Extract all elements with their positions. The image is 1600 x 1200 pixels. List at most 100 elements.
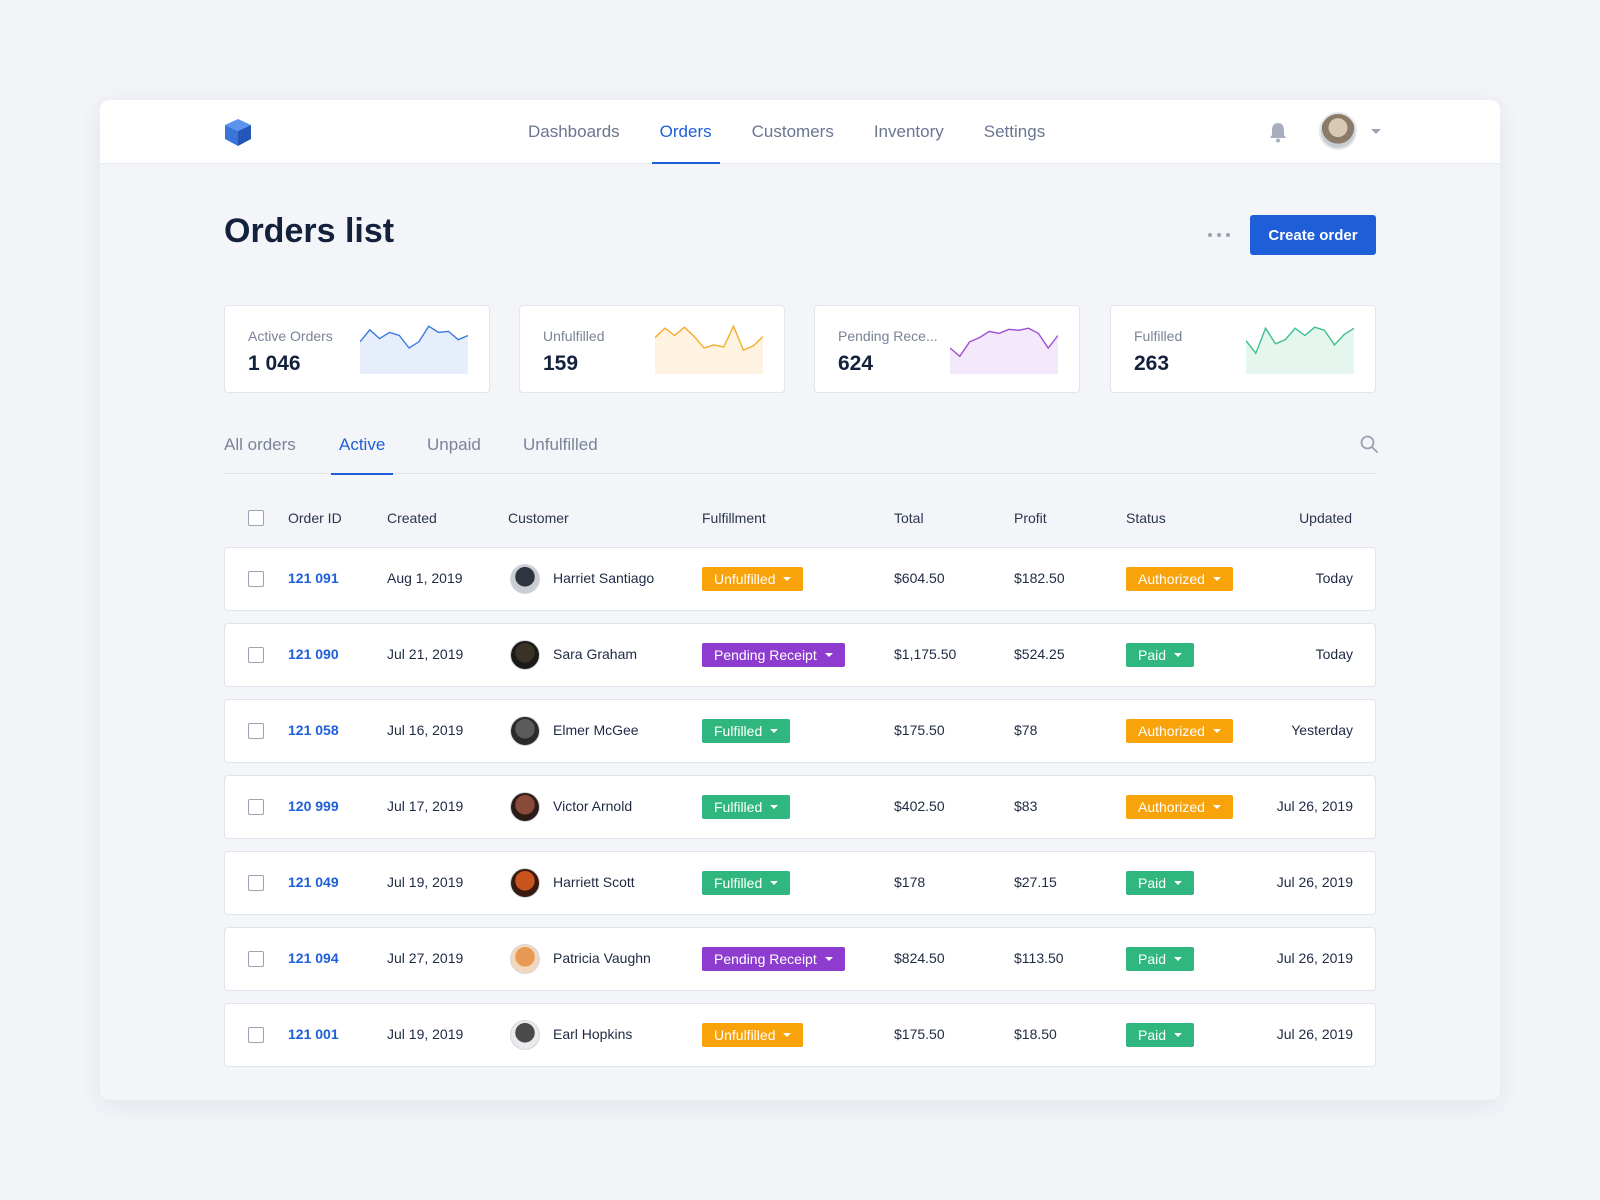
caret-down-icon <box>1174 957 1183 961</box>
caret-down-icon <box>783 577 792 581</box>
status-label: Paid <box>1138 875 1167 891</box>
customer-name: Earl Hopkins <box>553 1026 633 1042</box>
created-date: Jul 19, 2019 <box>387 874 464 890</box>
stat-card-pending-receipt[interactable]: Pending Rece... 624 <box>814 305 1080 393</box>
fulfillment-label: Fulfilled <box>714 723 763 739</box>
order-id-link[interactable]: 120 999 <box>288 798 339 814</box>
row-checkbox[interactable] <box>248 875 264 891</box>
caret-down-icon <box>1174 653 1183 657</box>
bell-icon[interactable] <box>1268 121 1288 143</box>
updated-date: Today <box>1315 570 1353 586</box>
fulfillment-dropdown[interactable]: Fulfilled <box>702 871 791 895</box>
row-checkbox[interactable] <box>248 723 264 739</box>
order-profit: $83 <box>1014 798 1038 814</box>
order-id-link[interactable]: 121 049 <box>288 874 339 890</box>
fulfillment-dropdown[interactable]: Unfulfilled <box>702 1023 804 1047</box>
created-date: Jul 27, 2019 <box>387 950 464 966</box>
table-row[interactable]: 121 094 Jul 27, 2019 Patricia Vaughn Pen… <box>224 927 1376 991</box>
order-total: $175.50 <box>894 1026 945 1042</box>
status-label: Authorized <box>1138 799 1205 815</box>
row-checkbox[interactable] <box>248 799 264 815</box>
row-checkbox[interactable] <box>248 1027 264 1043</box>
customer-avatar <box>510 868 540 898</box>
order-id-link[interactable]: 121 058 <box>288 722 339 738</box>
header-status[interactable]: Status <box>1126 510 1166 526</box>
order-total: $824.50 <box>894 950 945 966</box>
updated-date: Yesterday <box>1291 722 1353 738</box>
status-dropdown[interactable]: Authorized <box>1126 795 1233 819</box>
caret-down-icon <box>770 805 779 809</box>
customer-avatar <box>510 564 540 594</box>
nav-item-inventory[interactable]: Inventory <box>866 100 952 164</box>
header-order-id[interactable]: Order ID <box>288 510 342 526</box>
select-all-checkbox[interactable] <box>248 510 264 526</box>
caret-down-icon <box>1174 881 1183 885</box>
order-id-link[interactable]: 121 001 <box>288 1026 339 1042</box>
order-profit: $182.50 <box>1014 570 1065 586</box>
header-customer[interactable]: Customer <box>508 510 569 526</box>
caret-down-icon <box>770 881 779 885</box>
fulfillment-dropdown[interactable]: Pending Receipt <box>702 643 845 667</box>
row-checkbox[interactable] <box>248 571 264 587</box>
stat-value: 159 <box>543 352 579 375</box>
nav-item-dashboards[interactable]: Dashboards <box>520 100 628 164</box>
order-id-link[interactable]: 121 090 <box>288 646 339 662</box>
status-dropdown[interactable]: Paid <box>1126 643 1195 667</box>
header-total[interactable]: Total <box>894 510 924 526</box>
header-created[interactable]: Created <box>387 510 437 526</box>
fulfillment-dropdown[interactable]: Pending Receipt <box>702 947 845 971</box>
order-id-link[interactable]: 121 094 <box>288 950 339 966</box>
status-dropdown[interactable]: Paid <box>1126 947 1195 971</box>
status-dropdown[interactable]: Authorized <box>1126 719 1233 743</box>
updated-date: Jul 26, 2019 <box>1276 1026 1353 1042</box>
fulfillment-dropdown[interactable]: Unfulfilled <box>702 567 804 591</box>
row-checkbox[interactable] <box>248 647 264 663</box>
stat-card-active-orders[interactable]: Active Orders 1 046 <box>224 305 490 393</box>
fulfillment-dropdown[interactable]: Fulfilled <box>702 795 791 819</box>
nav-item-customers[interactable]: Customers <box>744 100 842 164</box>
order-total: $402.50 <box>894 798 945 814</box>
stat-card-unfulfilled[interactable]: Unfulfilled 159 <box>519 305 785 393</box>
customer-name: Victor Arnold <box>553 798 633 814</box>
header-updated[interactable]: Updated <box>1299 510 1352 526</box>
caret-down-icon <box>1212 805 1221 809</box>
row-checkbox[interactable] <box>248 951 264 967</box>
updated-date: Jul 26, 2019 <box>1276 798 1353 814</box>
status-dropdown[interactable]: Paid <box>1126 1023 1195 1047</box>
table-row[interactable]: 121 090 Jul 21, 2019 Sara Graham Pending… <box>224 623 1376 687</box>
table-row[interactable]: 121 001 Jul 19, 2019 Earl Hopkins Unfulf… <box>224 1003 1376 1067</box>
order-profit: $113.50 <box>1014 950 1064 966</box>
header-profit[interactable]: Profit <box>1014 510 1047 526</box>
created-date: Jul 16, 2019 <box>387 722 464 738</box>
fulfillment-dropdown[interactable]: Fulfilled <box>702 719 791 743</box>
sparkline-area <box>1246 327 1354 374</box>
search-icon[interactable] <box>1359 434 1379 454</box>
customer-name: Elmer McGee <box>553 722 639 738</box>
status-dropdown[interactable]: Paid <box>1126 871 1195 895</box>
nav-item-settings[interactable]: Settings <box>976 100 1053 164</box>
table-row[interactable]: 120 999 Jul 17, 2019 Victor Arnold Fulfi… <box>224 775 1376 839</box>
caret-down-icon <box>783 1033 792 1037</box>
tab-active[interactable]: Active <box>330 428 394 475</box>
tab-unpaid[interactable]: Unpaid <box>427 428 481 474</box>
table-row[interactable]: 121 091 Aug 1, 2019 Harriet Santiago Unf… <box>224 547 1376 611</box>
cube-logo-icon[interactable] <box>223 117 253 147</box>
sparkline <box>655 324 763 374</box>
header-fulfillment[interactable]: Fulfillment <box>702 510 766 526</box>
more-horizontal-icon[interactable] <box>1208 230 1230 240</box>
nav-item-orders[interactable]: Orders <box>651 100 720 164</box>
order-profit: $18.50 <box>1014 1026 1057 1042</box>
status-dropdown[interactable]: Authorized <box>1126 567 1233 591</box>
table-row[interactable]: 121 058 Jul 16, 2019 Elmer McGee Fulfill… <box>224 699 1376 763</box>
create-order-button[interactable]: Create order <box>1250 215 1376 255</box>
tab-unfulfilled[interactable]: Unfulfilled <box>523 428 598 474</box>
table-row[interactable]: 121 049 Jul 19, 2019 Harriett Scott Fulf… <box>224 851 1376 915</box>
order-id-link[interactable]: 121 091 <box>288 570 339 586</box>
user-avatar[interactable] <box>1319 112 1357 150</box>
customer-avatar <box>510 944 540 974</box>
status-label: Authorized <box>1138 571 1205 587</box>
caret-down-icon <box>824 653 833 657</box>
stat-card-fulfilled[interactable]: Fulfilled 263 <box>1110 305 1376 393</box>
tab-all-orders[interactable]: All orders <box>224 428 296 474</box>
chevron-down-icon[interactable] <box>1371 129 1381 134</box>
